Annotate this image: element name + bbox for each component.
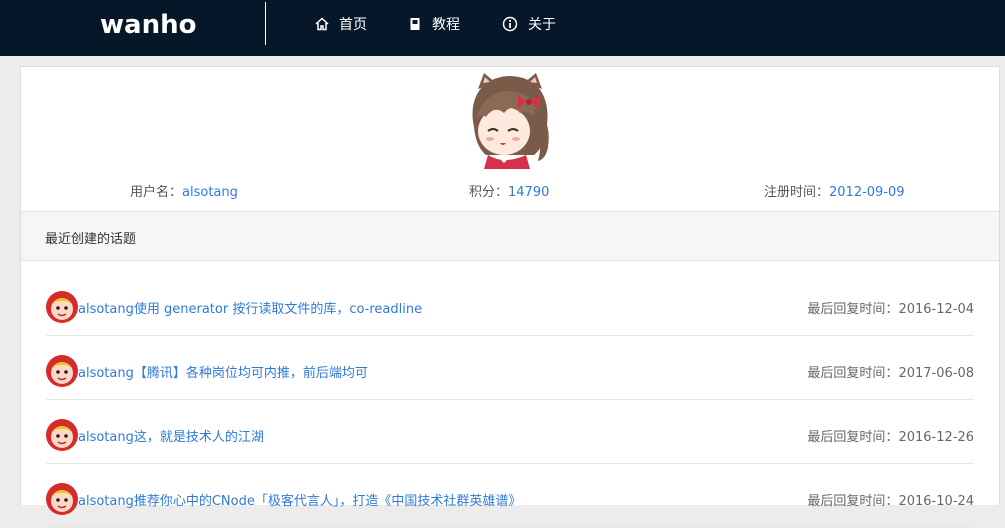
nav-item-label: 关于: [528, 17, 556, 33]
recent-topics-header: 最近创建的话题: [21, 211, 999, 261]
topic-title-link[interactable]: alsotang推荐你心中的CNode「极客代言人」，打造《中国技术社群英雄谱》: [78, 490, 521, 509]
last-reply-label: 最后回复时间：: [807, 494, 899, 509]
topic-author[interactable]: alsotang: [78, 430, 134, 445]
last-reply-time: 最后回复时间：2016-12-26: [807, 426, 974, 445]
last-reply-time: 最后回复时间：2016-12-04: [807, 298, 974, 317]
info-icon: [502, 16, 518, 32]
last-reply-time: 最后回复时间：2017-06-08: [807, 362, 974, 381]
topic-row[interactable]: alsotang使用 generator 按行读取文件的库，co-readlin…: [46, 271, 974, 336]
book-icon: [408, 17, 422, 31]
topic-author[interactable]: alsotang: [78, 494, 134, 509]
nav-item-label: 教程: [432, 17, 460, 33]
author-avatar-icon[interactable]: [46, 355, 78, 387]
last-reply-date: 2016-10-24: [898, 494, 974, 509]
topic-title[interactable]: 【腾讯】各种岗位均可内推，前后端均可: [134, 366, 368, 381]
topic-row[interactable]: alsotang这，就是技术人的江湖 最后回复时间：2016-12-26: [46, 399, 974, 464]
user-avatar[interactable]: [464, 69, 556, 169]
user-profile-card: 用户名：alsotang 积分：14790 注册时间：2012-09-09 最近…: [20, 66, 1000, 528]
last-reply-date: 2017-06-08: [898, 366, 974, 381]
topic-row[interactable]: alsotang【腾讯】各种岗位均可内推，前后端均可 最后回复时间：2017-06…: [46, 335, 974, 400]
topic-row[interactable]: alsotang推荐你心中的CNode「极客代言人」，打造《中国技术社群英雄谱》…: [46, 463, 974, 528]
topic-title[interactable]: 推荐你心中的CNode「极客代言人」，打造《中国技术社群英雄谱》: [134, 494, 522, 509]
stat-register-date: 注册时间：2012-09-09: [764, 181, 905, 200]
last-reply-label: 最后回复时间：: [807, 366, 899, 381]
topic-title[interactable]: 使用 generator 按行读取文件的库，co-readline: [134, 302, 422, 317]
author-avatar-icon[interactable]: [46, 419, 78, 451]
topic-title-link[interactable]: alsotang【腾讯】各种岗位均可内推，前后端均可: [78, 362, 368, 381]
score-value: 14790: [508, 185, 550, 200]
nav-divider: [265, 2, 266, 45]
nav-item-label: 首页: [339, 17, 367, 33]
last-reply-label: 最后回复时间：: [807, 302, 899, 317]
last-reply-time: 最后回复时间：2016-10-24: [807, 490, 974, 509]
nav-item-home[interactable]: 首页: [315, 14, 367, 34]
nav-item-about[interactable]: 关于: [502, 14, 556, 34]
last-reply-label: 最后回复时间：: [807, 430, 899, 445]
brand-logo[interactable]: wanho: [100, 10, 196, 40]
topic-author[interactable]: alsotang: [78, 366, 134, 381]
score-label: 积分：: [469, 185, 509, 200]
topic-title[interactable]: 这，就是技术人的江湖: [134, 430, 264, 445]
nav-item-tutorial[interactable]: 教程: [408, 14, 460, 34]
author-avatar-icon[interactable]: [46, 483, 78, 515]
last-reply-date: 2016-12-04: [898, 302, 974, 317]
register-label: 注册时间：: [764, 185, 830, 200]
stat-username: 用户名：alsotang: [130, 181, 238, 200]
topic-title-link[interactable]: alsotang这，就是技术人的江湖: [78, 426, 264, 445]
register-date-value: 2012-09-09: [829, 185, 905, 200]
top-navbar: wanho 首页 教程 关于: [0, 0, 1005, 56]
author-avatar-icon[interactable]: [46, 291, 78, 323]
home-icon: [315, 17, 329, 31]
username-label: 用户名：: [130, 185, 183, 200]
stat-score: 积分：14790: [469, 181, 549, 200]
topic-author[interactable]: alsotang: [78, 302, 134, 317]
username-value[interactable]: alsotang: [182, 185, 238, 200]
last-reply-date: 2016-12-26: [898, 430, 974, 445]
topic-title-link[interactable]: alsotang使用 generator 按行读取文件的库，co-readlin…: [78, 298, 422, 317]
section-title: 最近创建的话题: [45, 232, 137, 247]
